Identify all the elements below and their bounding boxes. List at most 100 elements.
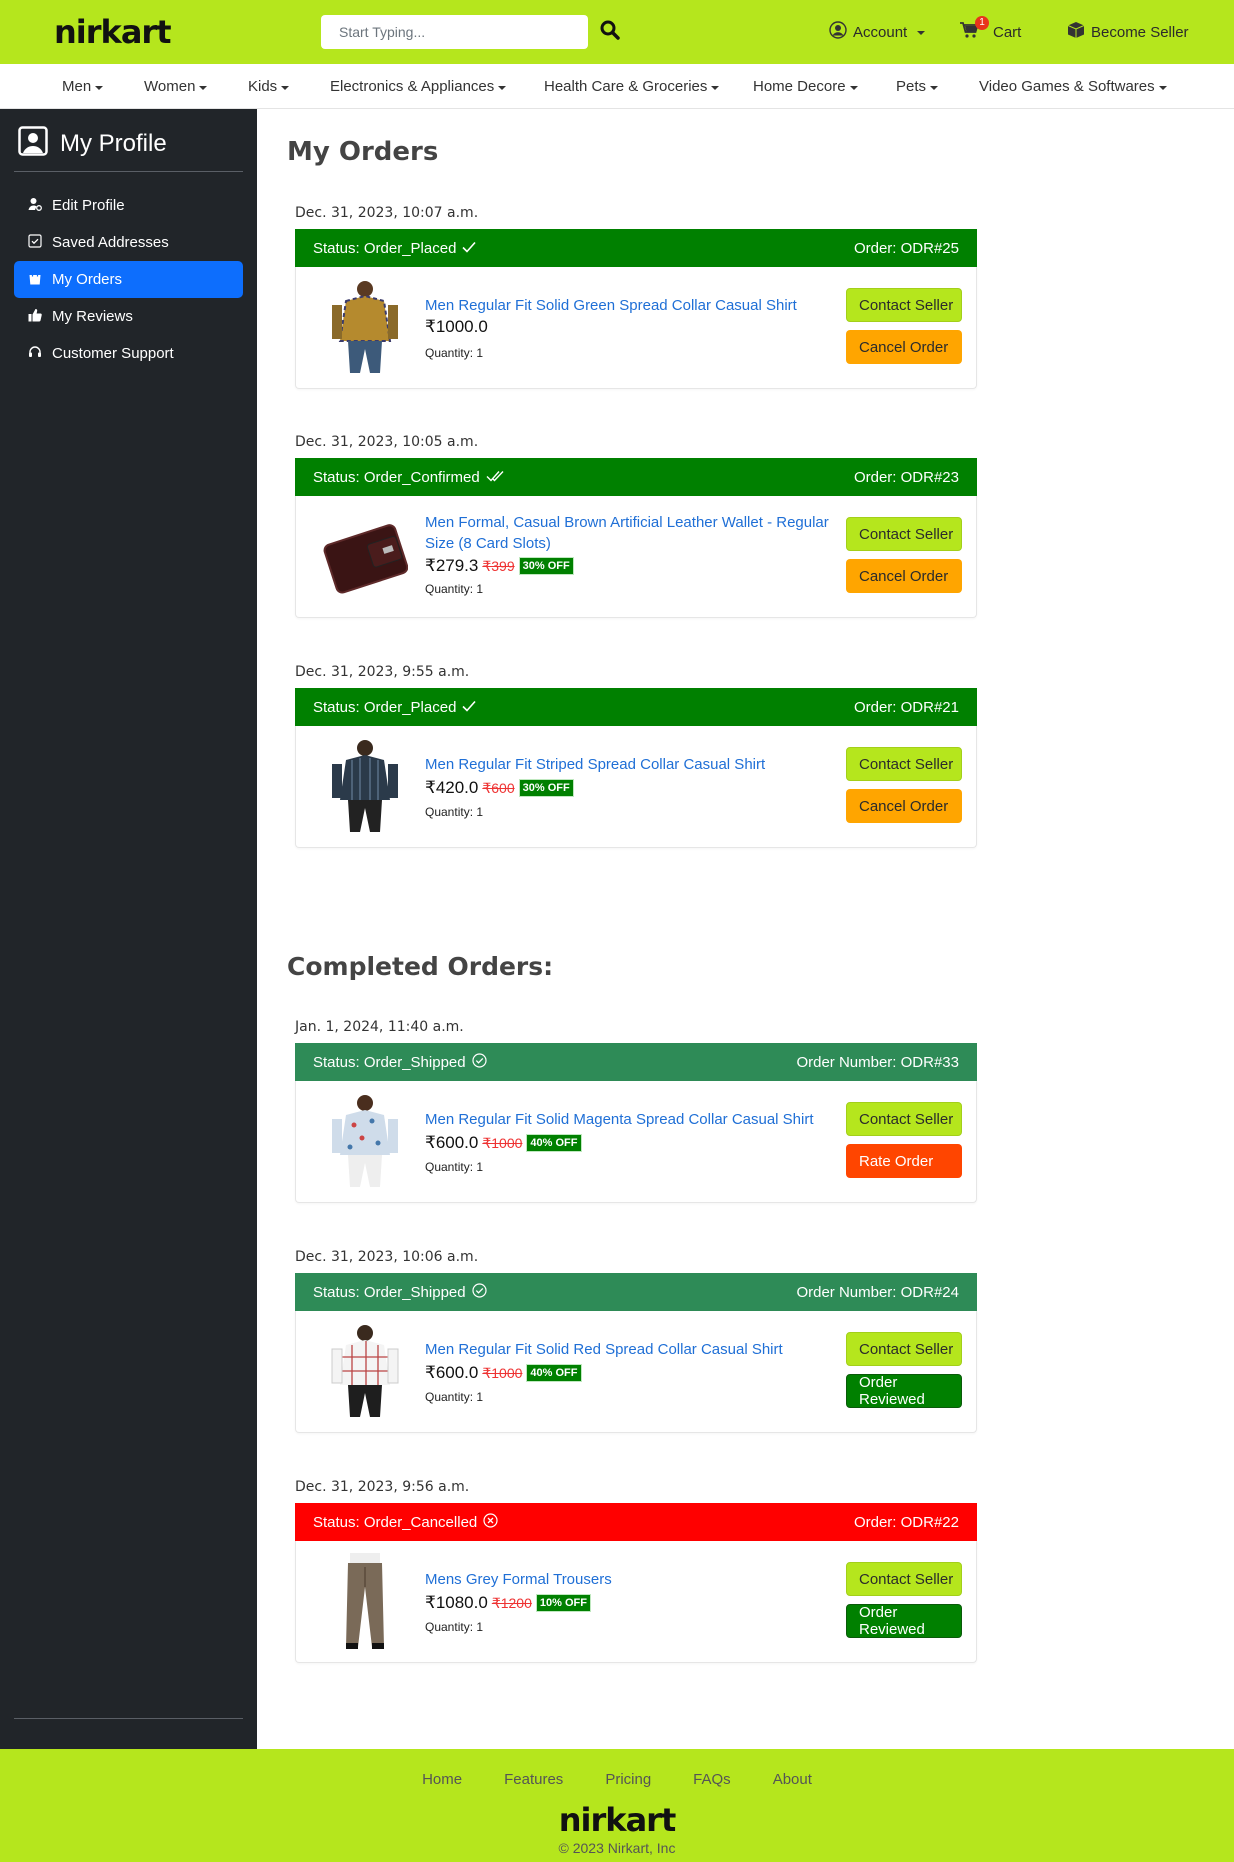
cart-link[interactable]: 1 Cart <box>959 16 1022 43</box>
product-price: ₹600.0 <box>425 1363 479 1382</box>
contact-seller-button[interactable]: Contact Seller <box>846 517 962 551</box>
order-status-bar: Status: Order_Shipped Order Number: ODR#… <box>295 1273 977 1311</box>
footer-link-about[interactable]: About <box>773 1771 812 1788</box>
product-name-link[interactable]: Men Regular Fit Solid Red Spread Collar … <box>425 1339 835 1360</box>
box-icon <box>1067 21 1085 43</box>
order-reviewed-button[interactable]: Order Reviewed <box>846 1604 962 1638</box>
account-label: Account <box>853 23 908 41</box>
check-icon <box>462 699 477 716</box>
product-name-link[interactable]: Men Regular Fit Striped Spread Collar Ca… <box>425 754 835 775</box>
order-body: Men Regular Fit Solid Red Spread Collar … <box>295 1311 977 1433</box>
category-label: Pets <box>896 78 927 95</box>
sidebar-item-label: Customer Support <box>52 345 174 362</box>
category-kids[interactable]: Kids <box>248 78 290 95</box>
completed-order-card: Dec. 31, 2023, 10:06 a.m. Status: Order_… <box>295 1249 977 1433</box>
discount-badge: 30% OFF <box>518 779 574 797</box>
product-image[interactable] <box>322 279 408 375</box>
original-price: ₹1000 <box>482 1134 523 1151</box>
search-input[interactable] <box>321 15 588 49</box>
product-image[interactable] <box>322 508 409 604</box>
chevron-down-icon <box>711 85 720 90</box>
rate-order-button[interactable]: Rate Order <box>846 1144 962 1178</box>
price-row: ₹600.0 ₹1000 40% OFF <box>425 1363 582 1383</box>
discount-badge: 10% OFF <box>535 1594 591 1612</box>
cancel-order-button[interactable]: Cancel Order <box>846 330 962 364</box>
product-image[interactable] <box>322 1553 408 1649</box>
order-status-bar: Status: Order_Placed Order: ODR#21 <box>295 688 977 726</box>
order-number: Order: ODR#25 <box>853 239 959 257</box>
completed-order-card: Dec. 31, 2023, 9:56 a.m. Status: Order_C… <box>295 1479 977 1663</box>
category-men[interactable]: Men <box>62 78 104 95</box>
check-circle-icon <box>471 1052 487 1072</box>
footer-link-faqs[interactable]: FAQs <box>693 1771 731 1788</box>
chevron-down-icon <box>281 85 290 90</box>
user-edit-icon <box>28 197 42 215</box>
sidebar-item-label: My Reviews <box>52 308 133 325</box>
product-name-link[interactable]: Men Regular Fit Solid Magenta Spread Col… <box>425 1109 835 1130</box>
footer-link-home[interactable]: Home <box>422 1771 462 1788</box>
sidebar-item-my-reviews[interactable]: My Reviews <box>14 298 243 335</box>
double-check-icon <box>486 469 504 486</box>
check-circle-icon <box>471 1282 487 1302</box>
become-seller-link[interactable]: Become Seller <box>1067 21 1189 43</box>
category-label: Women <box>144 78 196 95</box>
footer-link-features[interactable]: Features <box>504 1771 563 1788</box>
contact-seller-button[interactable]: Contact Seller <box>846 1332 962 1366</box>
discount-badge: 40% OFF <box>526 1364 582 1382</box>
sidebar-divider <box>14 171 243 172</box>
price-row: ₹420.0 ₹600 30% OFF <box>425 778 574 798</box>
product-name-link[interactable]: Men Formal, Casual Brown Artificial Leat… <box>425 512 835 554</box>
product-name-link[interactable]: Men Regular Fit Solid Green Spread Colla… <box>425 295 835 316</box>
sidebar-item-customer-support[interactable]: Customer Support <box>14 335 243 372</box>
cancel-order-button[interactable]: Cancel Order <box>846 789 962 823</box>
chevron-down-icon <box>1158 85 1167 90</box>
product-quantity: Quantity: 1 <box>425 1160 484 1174</box>
order-reviewed-button[interactable]: Order Reviewed <box>846 1374 962 1408</box>
account-dropdown[interactable]: Account <box>829 21 926 43</box>
contact-seller-button[interactable]: Contact Seller <box>846 747 962 781</box>
category-women[interactable]: Women <box>144 78 208 95</box>
check-icon <box>462 240 477 257</box>
category-video-games[interactable]: Video Games & Softwares <box>979 78 1167 95</box>
completed-orders-title: Completed Orders: <box>287 952 554 981</box>
brand-logo[interactable]: nirkart <box>54 13 171 51</box>
search-icon[interactable] <box>600 20 624 44</box>
footer-link-pricing[interactable]: Pricing <box>605 1771 651 1788</box>
category-health-care[interactable]: Health Care & Groceries <box>544 78 720 95</box>
order-body: Mens Grey Formal Trousers ₹1080.0 ₹1200 … <box>295 1541 977 1663</box>
cancel-order-button[interactable]: Cancel Order <box>846 559 962 593</box>
contact-seller-button[interactable]: Contact Seller <box>846 1562 962 1596</box>
order-status-bar: Status: Order_Confirmed Order: ODR#23 <box>295 458 977 496</box>
chevron-down-icon <box>930 85 939 90</box>
contact-seller-button[interactable]: Contact Seller <box>846 1102 962 1136</box>
price-row: ₹1080.0 ₹1200 10% OFF <box>425 1593 591 1613</box>
product-quantity: Quantity: 1 <box>425 1390 484 1404</box>
product-image[interactable] <box>322 1093 408 1189</box>
order-card: Dec. 31, 2023, 10:05 a.m. Status: Order_… <box>295 434 977 618</box>
product-price: ₹600.0 <box>425 1133 479 1152</box>
product-price: ₹279.3 <box>425 556 479 575</box>
order-body: Men Regular Fit Solid Magenta Spread Col… <box>295 1081 977 1203</box>
contact-seller-button[interactable]: Contact Seller <box>846 288 962 322</box>
category-bar: Men Women Kids Electronics & Appliances … <box>0 64 1234 109</box>
product-name-link[interactable]: Mens Grey Formal Trousers <box>425 1569 835 1590</box>
price-row: ₹600.0 ₹1000 40% OFF <box>425 1133 582 1153</box>
sidebar-item-edit-profile[interactable]: Edit Profile <box>14 187 243 224</box>
sidebar-item-my-orders[interactable]: My Orders <box>14 261 243 298</box>
product-image[interactable] <box>322 738 408 834</box>
product-quantity: Quantity: 1 <box>425 346 484 360</box>
sidebar-item-label: Saved Addresses <box>52 234 169 251</box>
order-date: Dec. 31, 2023, 10:05 a.m. <box>295 434 479 450</box>
footer-logo: nirkart <box>558 1801 676 1839</box>
cart-label: Cart <box>993 23 1022 41</box>
profile-header: My Profile <box>18 126 167 161</box>
address-check-icon <box>28 233 42 252</box>
chevron-down-icon <box>199 85 208 90</box>
order-status: Status: Order_Placed <box>313 698 457 716</box>
category-electronics[interactable]: Electronics & Appliances <box>330 78 507 95</box>
product-image[interactable] <box>322 1323 408 1419</box>
category-home-decore[interactable]: Home Decore <box>753 78 858 95</box>
sidebar-item-saved-addresses[interactable]: Saved Addresses <box>14 224 243 261</box>
category-pets[interactable]: Pets <box>896 78 939 95</box>
page-title: My Orders <box>287 137 439 167</box>
